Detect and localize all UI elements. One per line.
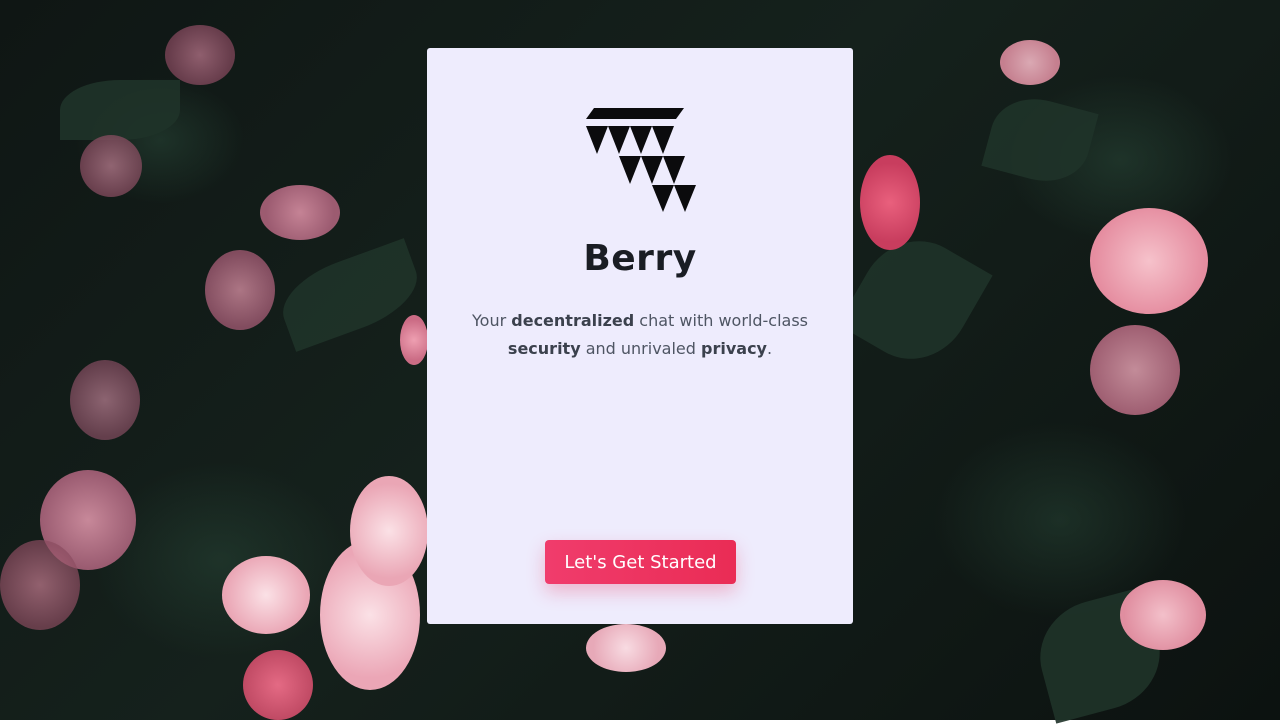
flower-decoration <box>260 185 340 240</box>
leaf-decoration <box>60 80 180 140</box>
get-started-button[interactable]: Let's Get Started <box>545 540 736 584</box>
tagline-emphasis: security <box>507 339 581 358</box>
flower-decoration <box>1090 208 1208 314</box>
tagline-emphasis: privacy <box>701 339 767 358</box>
tagline-text: Your <box>472 311 512 330</box>
flower-decoration <box>80 135 142 197</box>
flower-decoration <box>1000 40 1060 85</box>
flower-decoration <box>165 25 235 85</box>
flower-decoration <box>586 624 666 672</box>
flower-decoration <box>860 155 920 250</box>
tagline-text: . <box>766 339 773 358</box>
flower-decoration <box>222 556 310 634</box>
flower-decoration <box>400 315 428 365</box>
flower-decoration <box>1090 325 1180 415</box>
flower-decoration <box>70 360 140 440</box>
flower-decoration <box>350 476 428 586</box>
leaf-decoration <box>837 220 993 380</box>
flower-decoration <box>205 250 275 330</box>
berry-logo-icon <box>586 108 696 212</box>
flower-decoration <box>0 540 80 630</box>
tagline-text: chat with world-class <box>634 311 808 330</box>
tagline: Your decentralized chat with world-class… <box>467 307 813 363</box>
leaf-decoration <box>981 88 1099 192</box>
flower-decoration <box>1120 580 1206 650</box>
tagline-emphasis: decentralized <box>511 311 635 330</box>
tagline-text: and unrivaled <box>580 339 702 358</box>
flower-decoration <box>243 650 313 720</box>
app-title: Berry <box>583 238 697 279</box>
